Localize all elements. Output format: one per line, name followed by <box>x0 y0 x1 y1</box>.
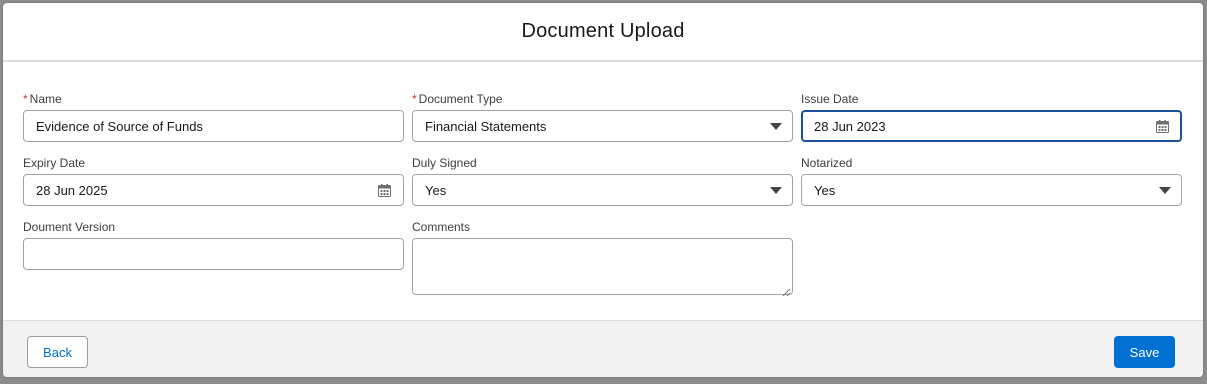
modal-title: Document Upload <box>521 20 685 42</box>
required-mark: * <box>23 92 28 106</box>
chevron-down-icon <box>1159 186 1171 194</box>
back-button[interactable]: Back <box>27 336 88 368</box>
name-input[interactable]: Evidence of Source of Funds <box>23 110 404 142</box>
comments-textarea[interactable] <box>412 238 793 297</box>
expiry-date-field: Expiry Date 28 Jun 2025 <box>23 155 404 206</box>
document-type-value: Financial Statements <box>425 118 547 134</box>
comments-label: Comments <box>412 220 471 234</box>
calendar-icon[interactable] <box>378 183 391 197</box>
duly-signed-select[interactable]: Yes <box>412 174 793 206</box>
modal-header: Document Upload <box>3 3 1203 62</box>
modal-body: * Name Evidence of Source of Funds * Docum… <box>3 62 1203 318</box>
expiry-date-value: 28 Jun 2025 <box>36 182 108 198</box>
notarized-value: Yes <box>814 182 836 198</box>
issue-date-input[interactable]: 28 Jun 2023 <box>801 110 1182 142</box>
notarized-select[interactable]: Yes <box>801 174 1182 206</box>
modal-footer: Back Save <box>3 320 1203 377</box>
expiry-date-label: Expiry Date <box>23 156 86 170</box>
resize-grip-icon[interactable] <box>782 284 791 297</box>
document-type-select[interactable]: Financial Statements <box>412 110 793 142</box>
duly-signed-value: Yes <box>425 182 447 198</box>
chevron-down-icon <box>770 186 782 194</box>
notarized-field: Notarized Yes <box>801 155 1182 206</box>
issue-date-field: Issue Date 28 Jun 2023 <box>801 91 1182 142</box>
document-upload-modal: Document Upload * Name Evidence of Source… <box>3 3 1203 377</box>
name-value: Evidence of Source of Funds <box>36 118 203 134</box>
document-version-field: Doument Version <box>23 219 404 270</box>
duly-signed-label: Duly Signed <box>412 156 477 170</box>
issue-date-value: 28 Jun 2023 <box>814 118 886 134</box>
duly-signed-field: Duly Signed Yes <box>412 155 793 206</box>
document-version-label: Doument Version <box>23 220 116 234</box>
calendar-icon[interactable] <box>1156 119 1169 133</box>
expiry-date-input[interactable]: 28 Jun 2025 <box>23 174 404 206</box>
save-button[interactable]: Save <box>1114 336 1175 368</box>
name-label: * Name <box>23 92 62 106</box>
notarized-label: Notarized <box>801 156 853 170</box>
issue-date-label: Issue Date <box>801 92 859 106</box>
document-type-field: * Document Type Financial Statements <box>412 91 793 142</box>
name-field: * Name Evidence of Source of Funds <box>23 91 404 142</box>
document-version-input[interactable] <box>23 238 404 270</box>
document-type-label: * Document Type <box>412 92 503 106</box>
chevron-down-icon <box>770 122 782 130</box>
required-mark: * <box>412 92 417 106</box>
comments-field: Comments <box>412 219 793 297</box>
